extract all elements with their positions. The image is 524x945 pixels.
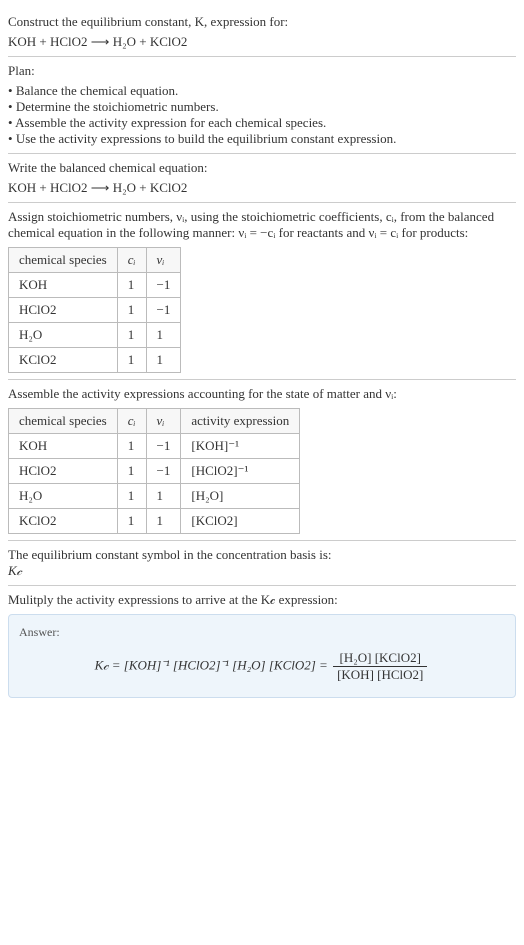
header-section: Construct the equilibrium constant, K, e… (8, 8, 516, 57)
activity-intro: Assemble the activity expressions accoun… (8, 386, 516, 402)
table-cell: H₂O (9, 323, 118, 348)
table-header-row: chemical species cᵢ νᵢ (9, 248, 181, 273)
plan-item: Assemble the activity expression for eac… (8, 115, 516, 131)
table-row: KOH 1 −1 [KOH]⁻¹ (9, 434, 300, 459)
table-cell: 1 (146, 509, 181, 534)
table-cell: KOH (9, 434, 118, 459)
table-cell: 1 (117, 298, 146, 323)
kc-denominator: [KOH] [HClO2] (333, 667, 427, 683)
kc-expression: K𝒸 = [KOH]⁻¹ [HClO2]⁻¹ [H₂O] [KClO2] = [… (19, 646, 505, 687)
balanced-title: Write the balanced chemical equation: (8, 160, 516, 176)
activity-section: Assemble the activity expressions accoun… (8, 380, 516, 541)
stoich-table: chemical species cᵢ νᵢ KOH 1 −1 HClO2 1 … (8, 247, 181, 373)
stoich-intro: Assign stoichiometric numbers, νᵢ, using… (8, 209, 516, 241)
table-cell: 1 (117, 509, 146, 534)
table-cell: −1 (146, 434, 181, 459)
stoich-section: Assign stoichiometric numbers, νᵢ, using… (8, 203, 516, 380)
activity-table: chemical species cᵢ νᵢ activity expressi… (8, 408, 300, 534)
table-cell: KClO2 (9, 509, 118, 534)
header-equation: KOH + HClO2 ⟶ H₂O + KClO2 (8, 34, 516, 50)
table-cell: −1 (146, 298, 181, 323)
table-header: νᵢ (146, 248, 181, 273)
table-row: H₂O 1 1 (9, 323, 181, 348)
table-row: H₂O 1 1 [H₂O] (9, 484, 300, 509)
plan-item: Use the activity expressions to build th… (8, 131, 516, 147)
multiply-section: Mulitply the activity expressions to arr… (8, 586, 516, 704)
table-row: KClO2 1 1 (9, 348, 181, 373)
table-cell: [H₂O] (181, 484, 300, 509)
kc-fraction: [H₂O] [KClO2] [KOH] [HClO2] (333, 650, 427, 683)
table-row: KClO2 1 1 [KClO2] (9, 509, 300, 534)
table-cell: 1 (117, 434, 146, 459)
symbol-section: The equilibrium constant symbol in the c… (8, 541, 516, 586)
header-title: Construct the equilibrium constant, K, e… (8, 14, 516, 30)
table-cell: [KOH]⁻¹ (181, 434, 300, 459)
table-cell: [HClO2]⁻¹ (181, 459, 300, 484)
answer-box: Answer: K𝒸 = [KOH]⁻¹ [HClO2]⁻¹ [H₂O] [KC… (8, 614, 516, 698)
table-cell: 1 (117, 484, 146, 509)
plan-list: Balance the chemical equation. Determine… (8, 83, 516, 147)
table-cell: 1 (146, 323, 181, 348)
plan-item: Determine the stoichiometric numbers. (8, 99, 516, 115)
balanced-section: Write the balanced chemical equation: KO… (8, 154, 516, 203)
plan-section: Plan: Balance the chemical equation. Det… (8, 57, 516, 154)
table-header: activity expression (181, 409, 300, 434)
table-cell: 1 (117, 459, 146, 484)
table-header: cᵢ (117, 409, 146, 434)
table-header: cᵢ (117, 248, 146, 273)
table-cell: −1 (146, 273, 181, 298)
answer-label: Answer: (19, 625, 505, 640)
table-cell: 1 (146, 348, 181, 373)
table-row: KOH 1 −1 (9, 273, 181, 298)
plan-title: Plan: (8, 63, 516, 79)
table-cell: 1 (117, 323, 146, 348)
table-cell: KOH (9, 273, 118, 298)
table-row: HClO2 1 −1 [HClO2]⁻¹ (9, 459, 300, 484)
table-row: HClO2 1 −1 (9, 298, 181, 323)
table-header: chemical species (9, 409, 118, 434)
symbol-value: K𝒸 (8, 563, 516, 579)
multiply-intro: Mulitply the activity expressions to arr… (8, 592, 516, 608)
table-cell: 1 (117, 348, 146, 373)
balanced-equation: KOH + HClO2 ⟶ H₂O + KClO2 (8, 180, 516, 196)
kc-left: K𝒸 = [KOH]⁻¹ [HClO2]⁻¹ [H₂O] [KClO2] = (95, 657, 328, 672)
table-header: νᵢ (146, 409, 181, 434)
table-cell: 1 (117, 273, 146, 298)
table-cell: KClO2 (9, 348, 118, 373)
table-cell: H₂O (9, 484, 118, 509)
table-cell: HClO2 (9, 459, 118, 484)
table-cell: −1 (146, 459, 181, 484)
table-header-row: chemical species cᵢ νᵢ activity expressi… (9, 409, 300, 434)
kc-numerator: [H₂O] [KClO2] (333, 650, 427, 667)
table-cell: [KClO2] (181, 509, 300, 534)
table-cell: 1 (146, 484, 181, 509)
table-cell: HClO2 (9, 298, 118, 323)
table-header: chemical species (9, 248, 118, 273)
symbol-intro: The equilibrium constant symbol in the c… (8, 547, 516, 563)
plan-item: Balance the chemical equation. (8, 83, 516, 99)
